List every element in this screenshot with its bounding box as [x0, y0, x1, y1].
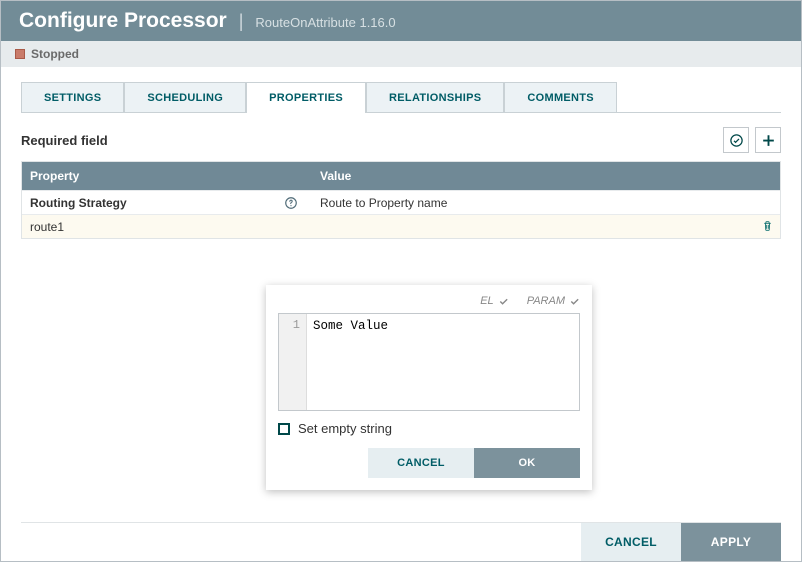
trash-icon	[761, 219, 774, 233]
set-empty-row[interactable]: Set empty string	[278, 421, 580, 436]
stopped-icon	[15, 49, 25, 59]
processor-type-label: RouteOnAttribute 1.16.0	[255, 15, 395, 30]
required-row: Required field	[21, 127, 781, 153]
property-value-cell[interactable]	[312, 223, 780, 231]
tab-settings[interactable]: SETTINGS	[21, 82, 124, 113]
gutter-line: 1	[279, 318, 300, 332]
editor-cancel-button[interactable]: CANCEL	[368, 448, 474, 478]
editor-ok-button[interactable]: OK	[474, 448, 580, 478]
apply-button[interactable]: APPLY	[681, 523, 781, 561]
editor-buttons: CANCEL OK	[278, 448, 580, 478]
property-name: Routing Strategy	[30, 196, 127, 210]
column-header-value: Value	[312, 162, 780, 190]
property-name: route1	[30, 220, 64, 234]
add-property-button[interactable]	[755, 127, 781, 153]
help-icon[interactable]	[284, 196, 298, 210]
status-bar: Stopped	[1, 41, 801, 68]
tab-comments[interactable]: COMMENTS	[504, 82, 617, 113]
check-icon	[498, 296, 509, 307]
dialog-body: SETTINGS SCHEDULING PROPERTIES RELATIONS…	[1, 68, 801, 561]
property-name-cell: Routing Strategy	[22, 192, 312, 214]
property-value-cell[interactable]: Route to Property name	[312, 192, 780, 214]
status-text: Stopped	[31, 47, 79, 61]
editor-flags: EL PARAM	[278, 295, 580, 307]
plus-icon	[761, 133, 776, 148]
el-supported-flag: EL	[480, 295, 508, 307]
set-empty-checkbox[interactable]	[278, 423, 290, 435]
value-editor: 1	[278, 313, 580, 411]
tab-relationships[interactable]: RELATIONSHIPS	[366, 82, 504, 113]
cancel-button[interactable]: CANCEL	[581, 523, 681, 561]
tab-bar: SETTINGS SCHEDULING PROPERTIES RELATIONS…	[21, 82, 781, 113]
tab-scheduling[interactable]: SCHEDULING	[124, 82, 246, 113]
property-value: Route to Property name	[320, 196, 447, 210]
dialog-footer: CANCEL APPLY	[21, 522, 781, 561]
el-label: EL	[480, 295, 493, 307]
verify-properties-button[interactable]	[723, 127, 749, 153]
table-row[interactable]: Routing Strategy Route to Property name	[22, 190, 780, 214]
editor-gutter: 1	[279, 314, 307, 410]
set-empty-label: Set empty string	[298, 421, 392, 436]
check-circle-icon	[729, 133, 744, 148]
check-icon	[569, 296, 580, 307]
table-row[interactable]: route1	[22, 214, 780, 238]
dialog-title: Configure Processor	[19, 9, 227, 33]
tab-underline	[21, 112, 781, 113]
value-editor-popup: EL PARAM 1 Set empty string CANCEL	[266, 285, 592, 490]
param-label: PARAM	[527, 295, 565, 307]
delete-property-button[interactable]	[761, 219, 774, 236]
properties-table: Property Value Routing Strategy Route to…	[21, 161, 781, 239]
dialog-title-separator: |	[239, 11, 244, 32]
property-name-cell: route1	[22, 216, 312, 238]
dialog-header: Configure Processor | RouteOnAttribute 1…	[1, 1, 801, 41]
tab-properties[interactable]: PROPERTIES	[246, 82, 366, 113]
column-header-property: Property	[22, 162, 312, 190]
table-header: Property Value	[22, 162, 780, 190]
required-field-label: Required field	[21, 133, 717, 148]
param-supported-flag: PARAM	[527, 295, 580, 307]
value-textarea[interactable]	[307, 314, 579, 410]
dialog-configure-processor: Configure Processor | RouteOnAttribute 1…	[0, 0, 802, 562]
